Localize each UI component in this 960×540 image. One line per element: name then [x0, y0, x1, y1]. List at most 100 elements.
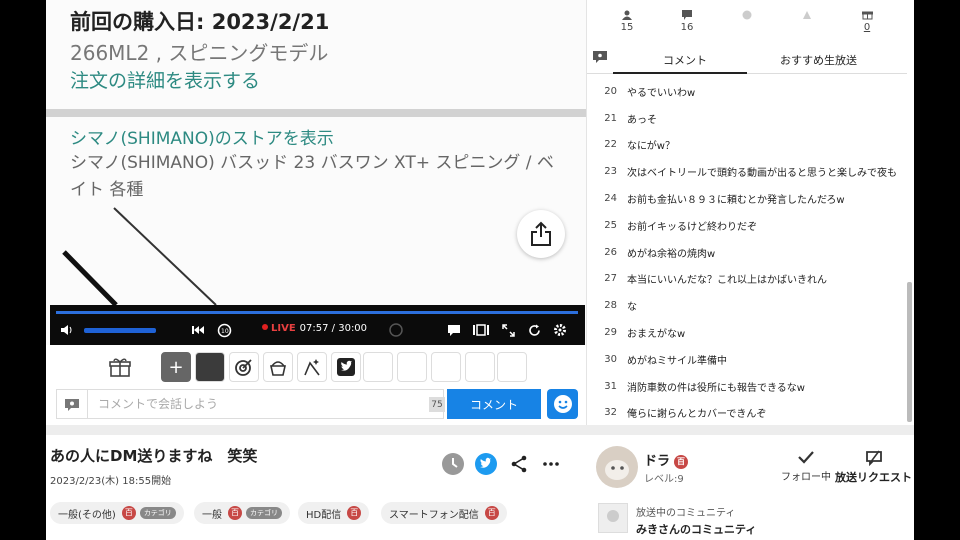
viewer-count: 15 — [607, 10, 647, 33]
comment-number: 27 — [604, 273, 617, 285]
order-details-link: 注文の詳細を表示する — [70, 70, 261, 92]
item-slot-empty-2[interactable] — [397, 352, 427, 382]
clock-icon — [442, 453, 464, 475]
comment-count-icon — [682, 10, 692, 20]
item-slot-empty-3[interactable] — [431, 352, 461, 382]
add-item-button[interactable]: + — [161, 352, 191, 382]
item-slot-cake[interactable] — [263, 352, 293, 382]
avatar[interactable] — [596, 446, 638, 488]
skip-back-button[interactable] — [190, 321, 206, 339]
broadcaster-encyclopedia-badge[interactable]: 百 — [674, 455, 689, 469]
item-slot-empty-1[interactable] — [363, 352, 393, 382]
seek-bar[interactable] — [56, 311, 578, 314]
broadcaster-name-text[interactable]: ドラ — [644, 454, 670, 469]
char-count: 75 — [429, 397, 445, 412]
comment-row[interactable]: 29 おまえがなw — [587, 319, 903, 346]
timeshift-button[interactable] — [441, 452, 465, 476]
more-dots-icon — [543, 462, 559, 466]
comment-number: 21 — [604, 112, 617, 124]
item-slot-empty-4[interactable] — [465, 352, 495, 382]
comment-row[interactable]: 32 俺らに謝らんとカバーできんぞ — [587, 400, 903, 424]
emoji-button[interactable] — [547, 389, 578, 419]
gift-icon — [109, 358, 131, 377]
video-player[interactable]: 前回の購入日: 2023/2/21 266ML2 , スピニングモデル 注文の詳… — [46, 0, 586, 345]
comment-row[interactable]: 23 次はベイトリールで頭釣る動画が出ると思うと楽しみで夜も — [587, 158, 903, 185]
gift-count[interactable]: 0 — [847, 10, 887, 33]
tag-encyclopedia-badge[interactable]: 百 — [121, 506, 136, 520]
tag-chip[interactable]: 一般百カテゴリ — [194, 502, 290, 524]
comment-text: おまえがなw — [627, 329, 686, 341]
fullscreen-button[interactable] — [500, 321, 516, 339]
rewind-10-icon: 10 — [217, 323, 231, 337]
fast-forward-button[interactable] — [388, 321, 404, 339]
tag-encyclopedia-badge[interactable]: 百 — [484, 506, 499, 520]
comment-settings-icon[interactable] — [593, 51, 607, 63]
tag-chip[interactable]: 一般(その他) 百カテゴリ — [50, 502, 184, 524]
purchase-model: 266ML2 , スピニングモデル — [70, 41, 329, 65]
comment-row[interactable]: 21 あっそ — [587, 105, 903, 132]
gift-button[interactable] — [106, 354, 134, 380]
broadcast-request-button[interactable]: 放送リクエスト — [833, 450, 914, 485]
tag-chip[interactable]: スマートフォン配信百 — [381, 502, 507, 524]
comment-input[interactable] — [87, 390, 427, 418]
comment-list[interactable]: 20 やるでいいわw 21 あっそ 22 なにがw？ 23 次はベイトリールで頭釣る動画が出る… — [587, 78, 903, 424]
live-dot — [262, 324, 268, 330]
target-icon — [235, 359, 252, 376]
settings-button[interactable] — [552, 321, 568, 339]
volume-button[interactable] — [58, 321, 76, 339]
tag-encyclopedia-badge[interactable]: 百 — [228, 506, 242, 520]
tag-label: スマートフォン配信 — [389, 509, 479, 521]
comment-row[interactable]: 28 な — [587, 292, 903, 319]
broadcaster-name[interactable]: ドラ百 — [644, 450, 689, 469]
comment-toggle-button[interactable] — [446, 321, 462, 339]
tag-chip[interactable]: HD配信百 — [298, 502, 370, 524]
item-slot-thumbnail[interactable] — [195, 352, 225, 382]
forward-icon — [389, 323, 403, 337]
twitter-share-button[interactable] — [474, 452, 498, 476]
community-image — [599, 504, 627, 532]
request-label: 放送リクエスト — [835, 471, 912, 484]
reload-button[interactable] — [526, 321, 542, 339]
item-slot-empty-5[interactable] — [497, 352, 527, 382]
skip-back-icon — [192, 326, 204, 334]
rewind-10-button[interactable]: 10 — [215, 321, 233, 339]
submit-comment-button[interactable]: コメント — [447, 389, 541, 419]
item-slot-twitter[interactable] — [331, 352, 361, 382]
gift-count-value[interactable]: 0 — [864, 22, 870, 33]
community-name[interactable]: みきさんのコミュニティ — [636, 521, 756, 537]
tag-encyclopedia-badge[interactable]: 百 — [347, 506, 362, 520]
comment-mode-button[interactable] — [61, 395, 83, 415]
tab-active-indicator — [613, 72, 747, 74]
comment-row[interactable]: 26 めがね余裕の焼肉w — [587, 239, 903, 266]
comment-row[interactable]: 24 お前も金払い８９３に頼むとか発言したんだろw — [587, 185, 903, 212]
comment-text: やるでいいわw — [627, 87, 696, 99]
more-options-button[interactable] — [542, 458, 560, 470]
tab-recommended[interactable]: おすすめ生放送 — [780, 52, 857, 68]
item-slot-target[interactable] — [229, 352, 259, 382]
comment-count-value: 16 — [680, 22, 694, 33]
avatar-image — [596, 446, 638, 488]
follow-button[interactable]: フォロー中 — [779, 450, 833, 483]
community-thumbnail[interactable] — [598, 503, 628, 533]
smiley-icon — [553, 395, 572, 413]
comment-row[interactable]: 27 本当にいいんだな？これ以上はかばいきれん — [587, 266, 903, 293]
comment-text: な — [627, 302, 637, 314]
comment-settings-icon — [65, 398, 79, 411]
comment-text: あっそ — [627, 114, 657, 126]
comment-number: 29 — [604, 327, 617, 339]
comment-scrollbar[interactable] — [907, 282, 912, 422]
comment-row[interactable]: 22 なにがw？ — [587, 132, 903, 159]
item-slot-character[interactable] — [297, 352, 327, 382]
theater-mode-button[interactable] — [472, 321, 490, 339]
comment-row[interactable]: 25 お前イキッるけど終わりだぞ — [587, 212, 903, 239]
comment-row[interactable]: 30 めがねミサイル準備中 — [587, 346, 903, 373]
character-icon — [304, 359, 320, 376]
comment-row[interactable]: 20 やるでいいわw — [587, 78, 903, 105]
share-program-button[interactable] — [510, 455, 528, 473]
comment-row[interactable]: 31 消防車数の件は役所にも報告できるなw — [587, 373, 903, 400]
purchase-date: 前回の購入日: 2023/2/21 — [70, 10, 330, 34]
program-title: あの人にDM送りますね 笑笑 — [50, 447, 258, 465]
tab-comments[interactable]: コメント — [663, 52, 707, 68]
volume-slider[interactable] — [84, 328, 156, 333]
share-button[interactable] — [517, 210, 565, 258]
